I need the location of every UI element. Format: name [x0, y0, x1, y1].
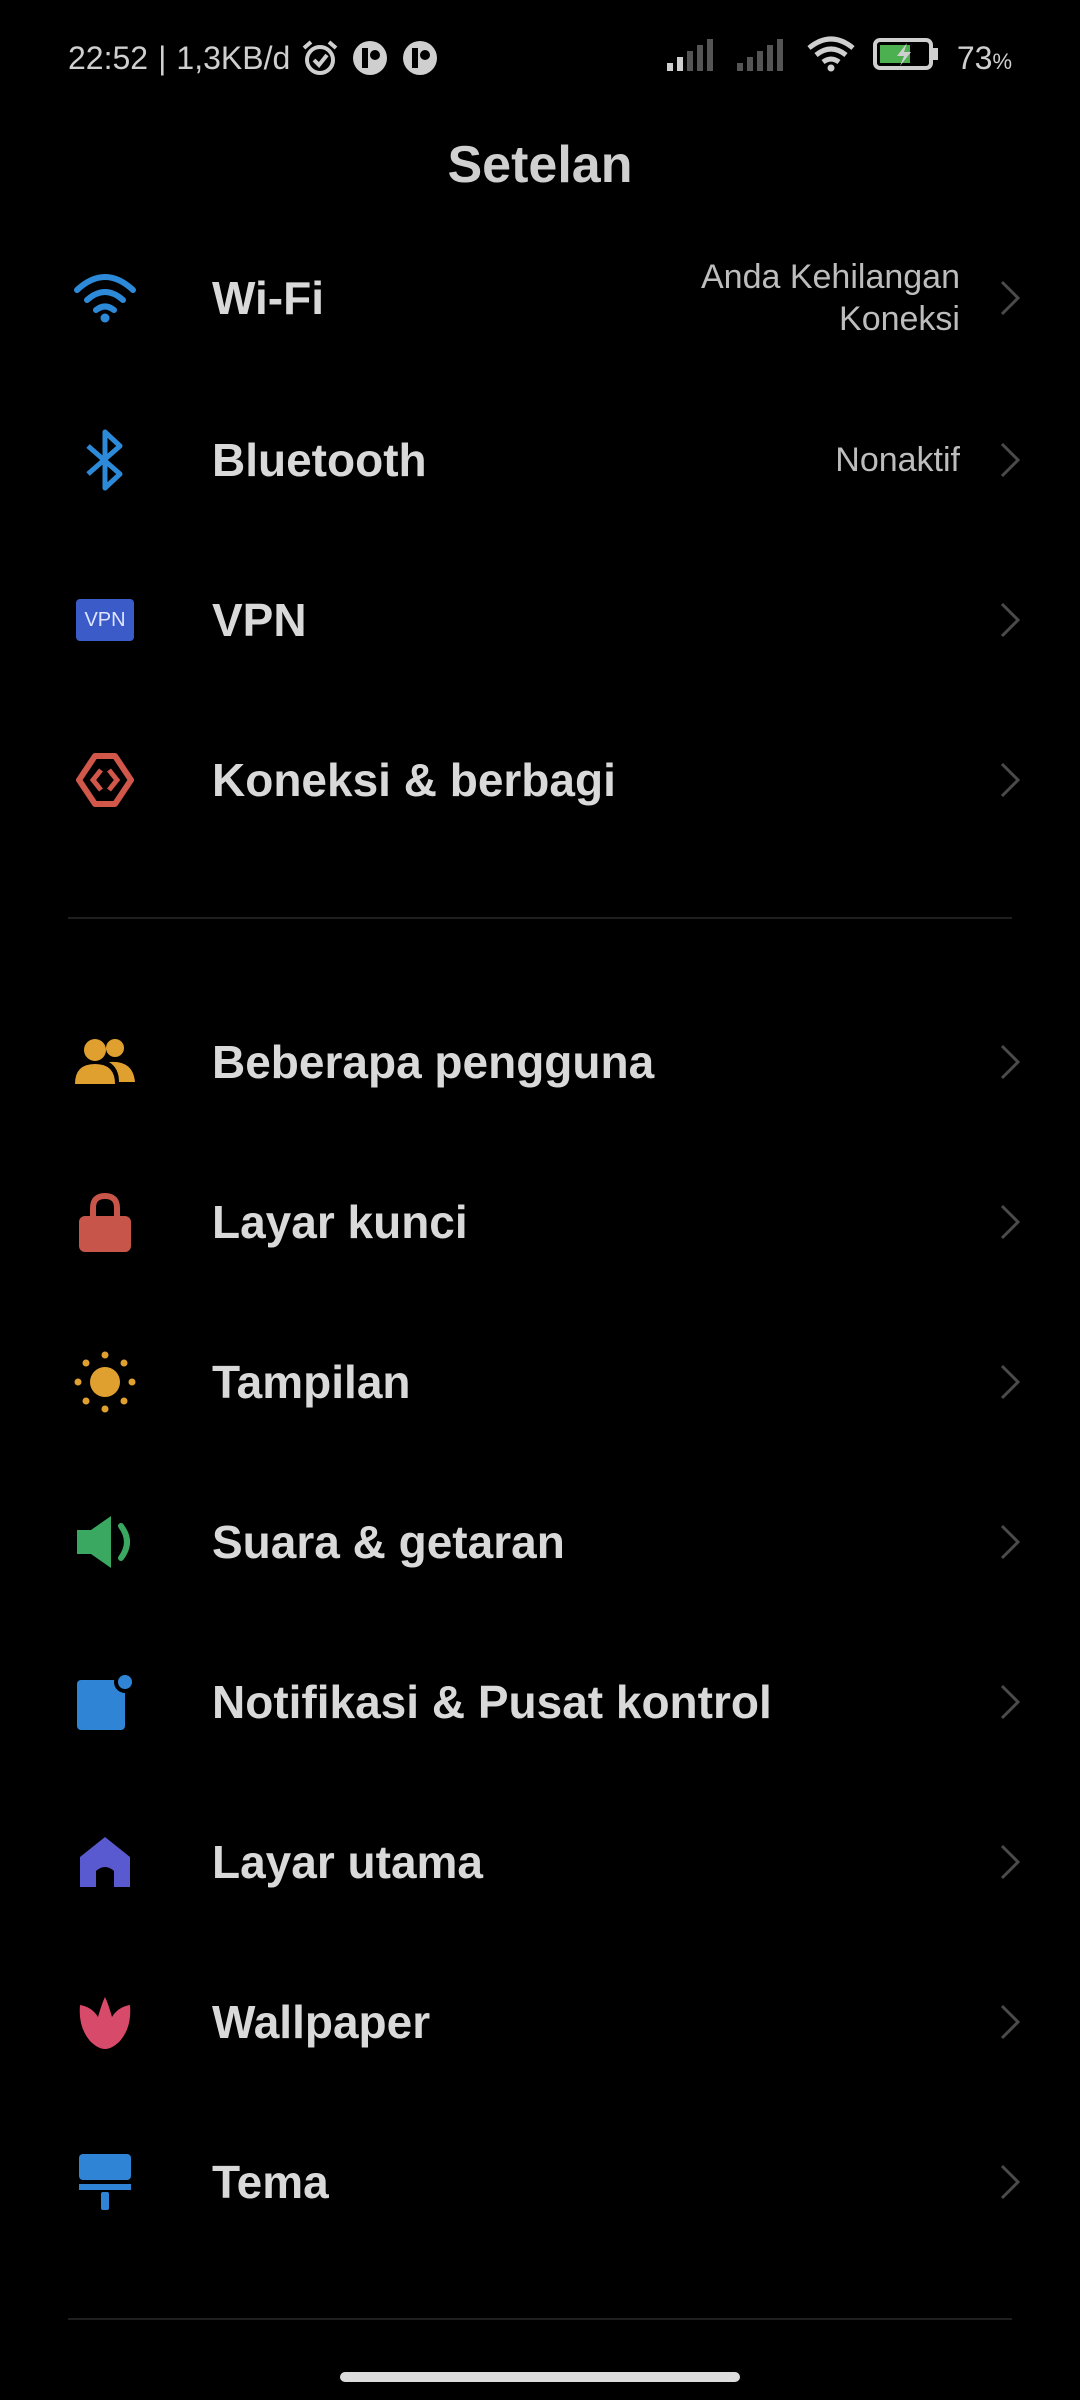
chevron-right-icon	[994, 440, 1024, 480]
settings-item-home-screen[interactable]: Layar utama	[0, 1782, 1080, 1942]
settings-item-lock-screen[interactable]: Layar kunci	[0, 1142, 1080, 1302]
chevron-right-icon	[994, 1522, 1024, 1562]
chevron-right-icon	[994, 1362, 1024, 1402]
battery-percentage: 73%	[957, 40, 1012, 77]
status-right: 73%	[666, 36, 1012, 80]
chevron-right-icon	[994, 1682, 1024, 1722]
settings-item-label: Layar kunci	[212, 1196, 468, 1248]
settings-item-label: Wallpaper	[212, 1996, 431, 2048]
section-divider	[68, 2318, 1012, 2320]
settings-item-bluetooth[interactable]: Bluetooth Nonaktif	[0, 380, 1080, 540]
settings-item-display[interactable]: Tampilan	[0, 1302, 1080, 1462]
app-notification-icon	[350, 38, 390, 78]
chevron-right-icon	[994, 2002, 1024, 2042]
chevron-right-icon	[994, 1842, 1024, 1882]
signal-icon	[666, 37, 719, 79]
page-title: Setelan	[447, 136, 633, 194]
app-notification-icon	[400, 38, 440, 78]
settings-item-label: Tema	[212, 2156, 329, 2208]
chevron-right-icon	[994, 600, 1024, 640]
settings-item-connection-sharing[interactable]: Koneksi & berbagi	[0, 700, 1080, 860]
battery-unit: %	[992, 48, 1012, 74]
flower-icon	[70, 1987, 140, 2057]
wifi-status-line1: Anda Kehilangan	[700, 258, 960, 296]
users-icon	[70, 1027, 140, 1097]
brush-icon	[70, 2147, 140, 2217]
home-indicator[interactable]	[340, 2372, 740, 2382]
section-divider	[68, 917, 1012, 919]
wifi-status-icon	[807, 36, 855, 80]
settings-item-sound[interactable]: Suara & getaran	[0, 1462, 1080, 1622]
settings-item-label: Tampilan	[212, 1356, 411, 1408]
network-speed: 1,3KB/d	[176, 39, 291, 76]
status-bar: 22:52 | 1,3KB/d 73%	[0, 0, 1080, 120]
chevron-right-icon	[994, 278, 1024, 318]
bluetooth-icon	[70, 425, 140, 495]
chevron-right-icon	[994, 1202, 1024, 1242]
settings-item-label: Wi-Fi	[212, 272, 324, 324]
signal-icon	[736, 37, 789, 79]
battery-icon	[872, 37, 939, 79]
settings-item-label: Layar utama	[212, 1836, 484, 1888]
settings-item-wifi[interactable]: Wi-Fi Anda Kehilangan Koneksi	[0, 218, 1080, 378]
vpn-icon-text: VPN	[84, 608, 126, 631]
status-separator: |	[158, 39, 167, 76]
settings-item-label: Beberapa pengguna	[212, 1036, 655, 1088]
wifi-status-value: Anda Kehilangan Koneksi	[701, 256, 960, 340]
settings-item-notifications[interactable]: Notifikasi & Pusat kontrol	[0, 1622, 1080, 1782]
settings-item-theme[interactable]: Tema	[0, 2102, 1080, 2262]
bluetooth-status-value: Nonaktif	[835, 441, 960, 479]
status-left: 22:52 | 1,3KB/d	[68, 38, 440, 78]
settings-item-label: Notifikasi & Pusat kontrol	[212, 1676, 772, 1728]
chevron-right-icon	[994, 1042, 1024, 1082]
wifi-status-line2: Koneksi	[839, 300, 960, 338]
home-icon	[70, 1827, 140, 1897]
vpn-icon: VPN	[70, 585, 140, 655]
speaker-icon	[70, 1507, 140, 1577]
sun-icon	[70, 1347, 140, 1417]
battery-level: 73	[956, 39, 993, 76]
settings-item-label: VPN	[212, 594, 307, 646]
settings-item-label: Suara & getaran	[212, 1516, 565, 1568]
settings-item-label: Bluetooth	[212, 434, 427, 486]
alarm-icon	[300, 38, 340, 78]
wifi-icon	[70, 263, 140, 333]
notification-icon	[70, 1667, 140, 1737]
settings-item-vpn[interactable]: VPN VPN	[0, 540, 1080, 700]
settings-item-wallpaper[interactable]: Wallpaper	[0, 1942, 1080, 2102]
connection-sharing-icon	[70, 745, 140, 815]
chevron-right-icon	[994, 2162, 1024, 2202]
lock-icon	[70, 1187, 140, 1257]
status-time: 22:52	[68, 39, 149, 76]
settings-item-users[interactable]: Beberapa pengguna	[0, 982, 1080, 1142]
settings-item-label: Koneksi & berbagi	[212, 754, 616, 806]
chevron-right-icon	[994, 760, 1024, 800]
